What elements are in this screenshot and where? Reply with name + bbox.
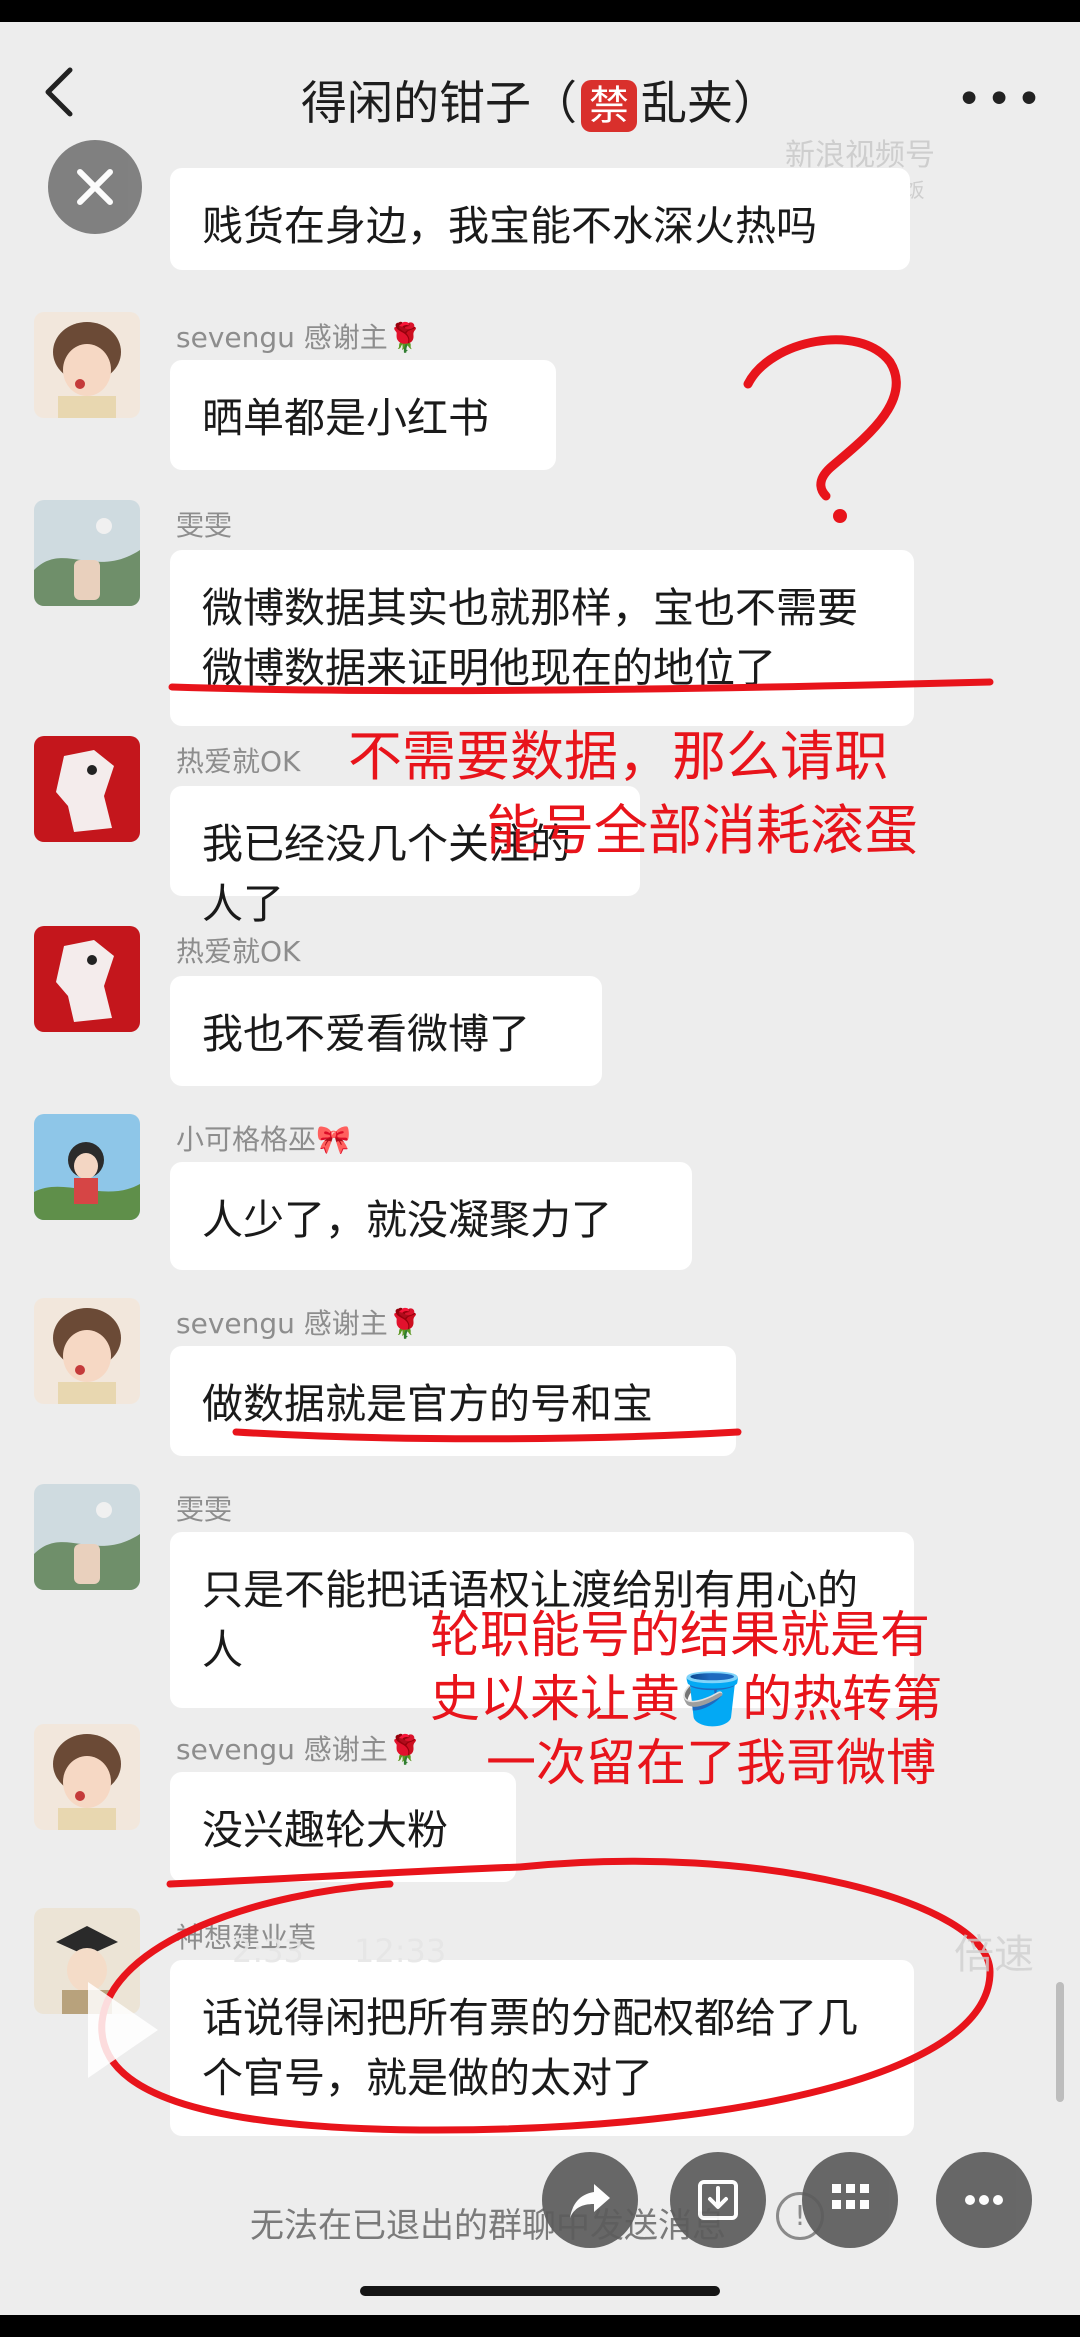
message-bubble[interactable]: 没兴趣轮大粉 (170, 1772, 516, 1882)
annotation-note2-line1: 轮职能号的结果就是有 (430, 1606, 930, 1664)
message-nick: 热爱就OK (176, 935, 301, 968)
share-icon (570, 2184, 610, 2218)
message-bubble[interactable]: 我也不爱看微博了 (170, 976, 602, 1086)
home-indicator[interactable] (360, 2286, 720, 2296)
title-tag-badge: 禁 (581, 80, 637, 132)
annotation-note1-line2: 能号全部消耗滚蛋 (486, 799, 918, 862)
download-button[interactable] (670, 2152, 766, 2248)
title-prefix: 得闲的钳子（ (301, 76, 577, 130)
more-button[interactable] (936, 2152, 1032, 2248)
message-nick: 小可格格巫🎀 (176, 1123, 351, 1156)
playback-speed-button[interactable]: 倍速 (954, 1922, 1034, 1980)
play-icon[interactable] (88, 1982, 158, 2078)
message-nick: 热爱就OK (176, 745, 301, 778)
avatar[interactable] (34, 736, 140, 842)
annotation-note1-line1: 不需要数据，那么请职 (348, 725, 888, 788)
message-nick: 雯雯 (176, 509, 233, 542)
annotation-note2-line2: 史以来让黄🪣的热转第 (430, 1670, 943, 1728)
message-bubble[interactable]: 话说得闲把所有票的分配权都给了几个官号，就是做的太对了 (170, 1960, 914, 2136)
message-bubble[interactable]: 人少了，就没凝聚力了 (170, 1162, 692, 1270)
avatar[interactable] (34, 1724, 140, 1830)
avatar[interactable] (34, 312, 140, 418)
avatar[interactable] (34, 500, 140, 606)
download-icon (698, 2180, 738, 2220)
avatar[interactable] (34, 1484, 140, 1590)
video-total-time: 12:33 (354, 1932, 447, 1970)
message-nick: sevengu 感谢主🌹 (176, 1307, 423, 1340)
annotation-note2-line3: 一次留在了我哥微博 (486, 1734, 936, 1792)
scrollbar[interactable] (1056, 1982, 1064, 2102)
grid-button[interactable] (802, 2152, 898, 2248)
grid-icon (832, 2184, 869, 2209)
message-bubble[interactable]: 做数据就是官方的号和宝 (170, 1346, 736, 1456)
close-button[interactable] (48, 140, 142, 234)
share-button[interactable] (542, 2152, 638, 2248)
avatar[interactable] (34, 1298, 140, 1404)
message-nick: 雯雯 (176, 1493, 233, 1526)
more-horizontal-icon[interactable]: ••• (956, 74, 1046, 125)
message-bubble[interactable]: 晒单都是小红书 (170, 360, 556, 470)
video-current-time: 2:33 (232, 1932, 304, 1970)
chat-title: 得闲的钳子（禁乱夹） (0, 67, 1080, 133)
avatar[interactable] (34, 926, 140, 1032)
message-nick: sevengu 感谢主🌹 (176, 321, 423, 354)
title-suffix: 乱夹） (641, 76, 779, 130)
more-icon (965, 2195, 1003, 2205)
avatar[interactable] (34, 1114, 140, 1220)
footer-notice: 无法在已退出的群聊中发送消息 (250, 2206, 726, 2246)
close-icon (77, 169, 113, 205)
message-nick: sevengu 感谢主🌹 (176, 1733, 423, 1766)
message-bubble[interactable]: 贱货在身边，我宝能不水深火热吗 (170, 168, 910, 270)
message-bubble[interactable]: 微博数据其实也就那样，宝也不需要微博数据来证明他现在的地位了 (170, 550, 914, 726)
chat-screen: 得闲的钳子（禁乱夹） ••• 新浪视频号 @cu饭饭 贱货在身边，我宝能不水深火… (0, 22, 1080, 2315)
